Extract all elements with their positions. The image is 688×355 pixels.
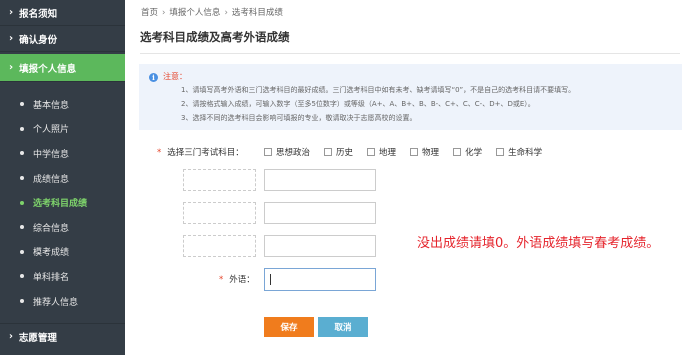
subject-label: 物理 — [422, 148, 440, 158]
required-mark: * — [219, 275, 224, 285]
menu-label: 填报个人信息 — [19, 63, 77, 75]
checkbox[interactable] — [453, 148, 462, 156]
subject-checkbox-group: 思想政治 历史 地理 物理 化学 生命科学 — [264, 146, 556, 158]
sidebar-item-label: 综合信息 — [33, 223, 70, 234]
breadcrumb-personal-info[interactable]: 填报个人信息 — [169, 8, 220, 18]
bullet-icon — [20, 102, 24, 107]
sidebar-item-referee[interactable]: 推荐人信息 — [0, 289, 125, 314]
subject-name-placeholder — [183, 235, 256, 257]
info-icon: i — [149, 73, 158, 82]
subject-politics[interactable]: 思想政治 — [264, 146, 310, 158]
breadcrumb-home[interactable]: 首页 — [141, 8, 158, 18]
subject-score-input[interactable] — [264, 202, 376, 224]
checkbox[interactable] — [367, 148, 376, 156]
checkbox[interactable] — [264, 148, 272, 156]
chevron-right-icon: › — [9, 33, 14, 44]
sidebar-item-elective-grades[interactable]: 选考科目成绩 — [0, 190, 125, 215]
annotation-note: 没出成绩请填0。外语成绩填写春考成绩。 — [417, 236, 660, 251]
foreign-language-label-text: 外语： — [229, 275, 255, 285]
subject-geography[interactable]: 地理 — [367, 146, 396, 158]
breadcrumb-separator: › — [162, 8, 166, 18]
checkbox[interactable] — [324, 148, 333, 156]
subject-label: 化学 — [465, 148, 483, 158]
subject-name-placeholder — [183, 202, 256, 224]
subject-physics[interactable]: 物理 — [410, 146, 439, 158]
checkbox[interactable] — [496, 148, 505, 156]
bullet-icon — [20, 200, 24, 205]
breadcrumb-separator: › — [224, 8, 228, 18]
foreign-language-score-input[interactable] — [264, 268, 376, 291]
menu-personal-info[interactable]: › 填报个人信息 — [0, 54, 125, 82]
bullet-icon — [20, 249, 24, 254]
subjects-label-text: 选择三门考试科目： — [167, 148, 244, 158]
save-button[interactable]: 保存 — [264, 317, 314, 337]
subjects-label: * 选择三门考试科目： — [157, 146, 244, 158]
subject-score-input[interactable] — [264, 169, 376, 191]
text-cursor — [270, 274, 271, 285]
sidebar-item-label: 推荐人信息 — [33, 297, 79, 308]
breadcrumb: 首页 › 填报个人信息 › 选考科目成绩 — [141, 6, 283, 18]
subject-score-input[interactable] — [264, 235, 376, 257]
sidebar-item-photo[interactable]: 个人照片 — [0, 117, 125, 142]
notice-box: i 注意： 1、请填写高考外语和三门选考科目的最好成绩。三门选考科目中如有未考、… — [139, 64, 682, 130]
chevron-right-icon: › — [9, 62, 14, 73]
chevron-right-icon: › — [9, 7, 14, 18]
subject-label: 生命科学 — [508, 148, 543, 158]
bullet-icon — [20, 225, 24, 230]
bullet-icon — [20, 274, 24, 279]
foreign-language-label: * 外语： — [219, 273, 255, 285]
sidebar-item-grades[interactable]: 成绩信息 — [0, 166, 125, 191]
menu-label: 确认身份 — [19, 34, 58, 46]
bullet-icon — [20, 299, 24, 304]
subject-history[interactable]: 历史 — [324, 146, 353, 158]
sidebar-item-basic-info[interactable]: 基本信息 — [0, 92, 125, 117]
sidebar-item-label: 成绩信息 — [33, 174, 70, 185]
menu-label: 报名须知 — [19, 8, 58, 20]
checkbox[interactable] — [410, 148, 419, 156]
sidebar-item-label: 选考科目成绩 — [33, 199, 88, 210]
notice-title: 注意： — [163, 72, 187, 81]
menu-label: 志愿管理 — [18, 332, 57, 344]
breadcrumb-current: 选考科目成绩 — [231, 8, 283, 18]
subject-life-science[interactable]: 生命科学 — [496, 146, 542, 158]
sidebar-item-label: 模考成绩 — [33, 248, 70, 259]
bullet-icon — [20, 176, 24, 181]
page-title: 选考科目成绩及高考外语成绩 — [140, 30, 290, 44]
bullet-icon — [20, 126, 24, 131]
notice-line: 1、请填写高考外语和三门选考科目的最好成绩。三门选考科目中如有未考、缺考请填写“… — [181, 86, 576, 94]
sidebar-item-label: 基本信息 — [33, 100, 70, 111]
notice-line: 3、选择不同的选考科目会影响可填报的专业，敬请取决于志愿高校的设置。 — [181, 114, 417, 122]
subject-label: 思想政治 — [276, 148, 311, 158]
sidebar-item-subject-rank[interactable]: 单科排名 — [0, 264, 125, 289]
sidebar: › 报名须知 › 确认身份 › 填报个人信息 基本信息 个人照片 中学信息 成绩… — [0, 0, 125, 355]
cancel-button[interactable]: 取消 — [318, 317, 368, 337]
required-mark: * — [157, 148, 162, 158]
chevron-right-icon: › — [9, 331, 13, 342]
sidebar-item-label: 中学信息 — [33, 149, 70, 160]
sidebar-item-label: 个人照片 — [33, 125, 70, 136]
divider — [140, 53, 680, 54]
sidebar-item-comprehensive[interactable]: 综合信息 — [0, 215, 125, 240]
menu-registration-notice[interactable]: › 报名须知 — [0, 0, 125, 26]
subject-chemistry[interactable]: 化学 — [453, 146, 482, 158]
subject-label: 地理 — [379, 148, 397, 158]
main-content: 首页 › 填报个人信息 › 选考科目成绩 选考科目成绩及高考外语成绩 i 注意： 1、请… — [125, 0, 688, 355]
subject-name-placeholder — [183, 169, 256, 191]
sidebar-item-school-info[interactable]: 中学信息 — [0, 141, 125, 166]
sidebar-item-mock-exam[interactable]: 模考成绩 — [0, 240, 125, 265]
sidebar-item-label: 单科排名 — [33, 272, 70, 283]
menu-confirm-identity[interactable]: › 确认身份 — [0, 26, 125, 52]
subject-label: 历史 — [336, 148, 354, 158]
notice-line: 2、请按格式输入成绩，可输入数字（至多5位数字）或等级（A+、A、B+、B、B-… — [181, 100, 535, 108]
bullet-icon — [20, 151, 24, 156]
menu-volunteer-management[interactable]: › 志愿管理 — [0, 323, 125, 349]
